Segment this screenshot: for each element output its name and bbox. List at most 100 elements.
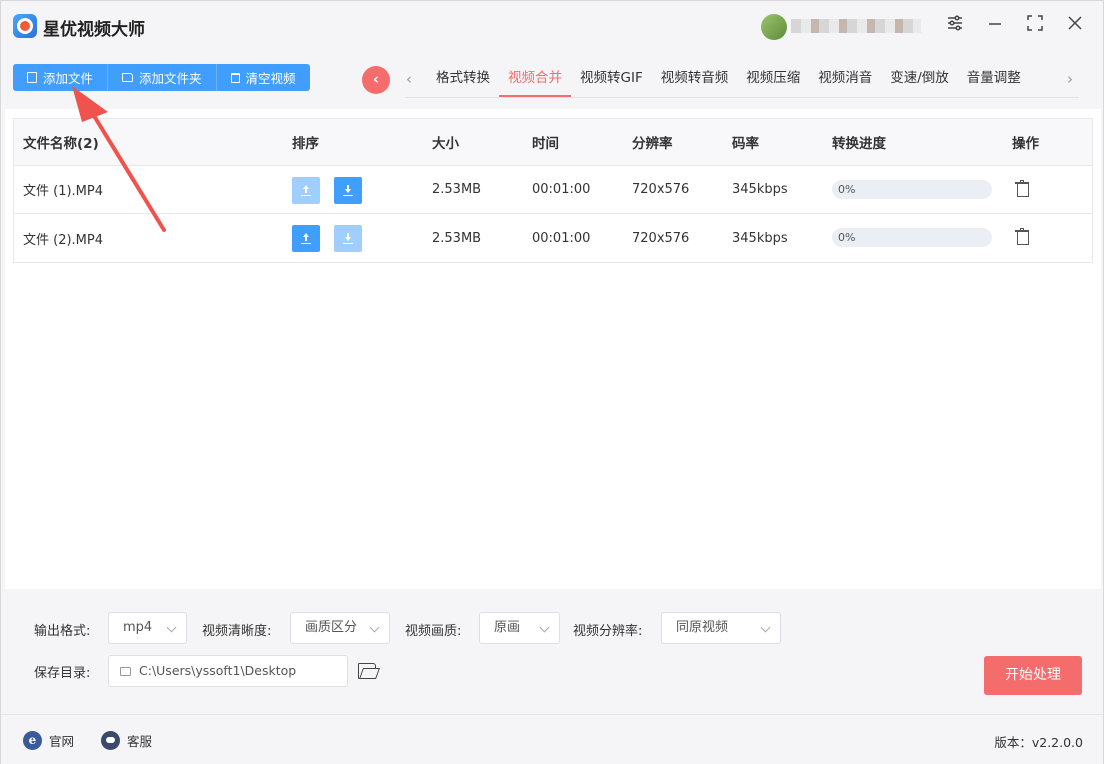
tab-speed-reverse[interactable]: 变速/倒放 (881, 65, 958, 97)
header-size: 大小 (432, 136, 459, 152)
app-window: 星优视频大师 添加文件 添加文件夹 清空视频 ‹ ‹ 格式转换 视频合并 视频转… (0, 0, 1104, 764)
quality-select[interactable]: 原画 (479, 612, 560, 644)
save-dir-label: 保存目录: (34, 666, 91, 681)
move-down-button[interactable] (334, 177, 362, 204)
file-name: 文件 (1).MP4 (23, 184, 104, 199)
save-dir-input[interactable]: C:\Users\yssoft1\Desktop (108, 655, 348, 687)
arrow-up-icon (301, 233, 311, 244)
minimize-button[interactable] (981, 13, 1009, 41)
chevron-down-icon (539, 622, 550, 633)
support-label: 客服 (127, 734, 153, 749)
quality-label: 视频画质: (405, 624, 462, 639)
move-up-button[interactable] (292, 225, 320, 252)
header-name: 文件名称(2) (23, 136, 99, 152)
website-label: 官网 (49, 734, 75, 749)
file-bitrate: 345kbps (732, 182, 788, 197)
resolution-value: 同原视频 (676, 620, 729, 635)
table-row: 文件 (2).MP4 2.53MB 00:01:00 720x576 345kb… (14, 214, 1092, 262)
arrow-down-icon (343, 185, 353, 196)
support-link[interactable]: 客服 (101, 731, 152, 750)
footer: e 官网 客服 版本：v2.2.0.0 (1, 714, 1103, 764)
delete-icon[interactable] (1015, 228, 1029, 245)
file-resolution: 720x576 (632, 182, 690, 197)
file-resolution: 720x576 (632, 230, 690, 246)
clear-videos-button[interactable]: 清空视频 (216, 64, 310, 91)
file-duration: 00:01:00 (532, 182, 591, 197)
folder-icon (122, 73, 134, 82)
progress-bar: 0% (832, 228, 992, 247)
add-file-label: 添加文件 (43, 71, 94, 86)
output-format-select[interactable]: mp4 (108, 612, 187, 644)
tab-video-to-gif[interactable]: 视频转GIF (571, 65, 652, 97)
progress-text: 0% (838, 183, 856, 196)
file-duration: 00:01:00 (532, 230, 591, 246)
clear-videos-label: 清空视频 (245, 71, 296, 86)
clarity-select[interactable]: 画质区分 (290, 612, 390, 644)
output-format-value: mp4 (123, 620, 153, 635)
title-bar: 星优视频大师 (1, 1, 1104, 53)
avatar[interactable] (761, 14, 787, 40)
file-size: 2.53MB (432, 230, 482, 246)
settings-sliders-icon[interactable] (941, 13, 969, 41)
tab-video-to-audio[interactable]: 视频转音频 (652, 65, 738, 97)
file-icon (27, 72, 37, 83)
header-time: 时间 (532, 136, 559, 152)
maximize-button[interactable] (1021, 13, 1049, 41)
header-bitrate: 码率 (732, 136, 759, 152)
chat-icon (101, 731, 120, 750)
progress-bar: 0% (832, 180, 992, 199)
save-dir-value: C:\Users\yssoft1\Desktop (139, 663, 297, 678)
header-action: 操作 (1012, 136, 1039, 152)
tabs-prev-icon[interactable]: ‹ (406, 70, 412, 88)
tab-video-compress[interactable]: 视频压缩 (737, 65, 809, 97)
chevron-down-icon (166, 622, 177, 633)
add-folder-label: 添加文件夹 (139, 71, 202, 86)
file-table: 文件名称(2) 排序 大小 时间 分辨率 码率 转换进度 操作 文件 (1).M… (13, 118, 1093, 263)
output-settings: 输出格式: mp4 视频清晰度: 画质区分 视频画质: 原画 视频分辨率: 同原… (5, 591, 1101, 713)
add-folder-button[interactable]: 添加文件夹 (108, 64, 217, 91)
chevron-down-icon (369, 622, 380, 633)
output-format-label: 输出格式: (34, 624, 91, 639)
resolution-label: 视频分辨率: (573, 624, 643, 639)
header-resolution: 分辨率 (632, 136, 673, 152)
table-header: 文件名称(2) 排序 大小 时间 分辨率 码率 转换进度 操作 (14, 119, 1092, 166)
clarity-label: 视频清晰度: (202, 624, 272, 639)
version-text: 版本：v2.2.0.0 (994, 735, 1083, 750)
trash-icon (230, 72, 240, 83)
website-link[interactable]: e 官网 (23, 731, 74, 750)
move-down-button[interactable] (334, 225, 362, 252)
start-processing-button[interactable]: 开始处理 (984, 656, 1082, 695)
open-folder-icon[interactable] (358, 663, 377, 679)
user-account[interactable] (761, 13, 923, 40)
resolution-select[interactable]: 同原视频 (661, 612, 781, 644)
clarity-value: 画质区分 (305, 620, 358, 635)
table-row: 文件 (1).MP4 2.53MB 00:01:00 720x576 345kb… (14, 166, 1092, 214)
progress-text: 0% (838, 231, 856, 244)
add-file-button[interactable]: 添加文件 (13, 64, 109, 91)
arrow-up-icon (301, 185, 311, 196)
browser-icon: e (23, 731, 42, 750)
header-progress: 转换进度 (832, 136, 886, 152)
tab-volume-adjust[interactable]: 音量调整 (958, 65, 1030, 97)
tab-video-mute[interactable]: 视频消音 (809, 65, 881, 97)
header-sort: 排序 (292, 136, 319, 152)
app-logo-icon (13, 14, 37, 38)
tab-format-convert[interactable]: 格式转换 (427, 65, 499, 97)
move-up-button[interactable] (292, 177, 320, 204)
quality-value: 原画 (494, 620, 521, 635)
file-bitrate: 345kbps (732, 230, 788, 246)
file-toolbar: 添加文件 添加文件夹 清空视频 (13, 64, 310, 91)
blurred-username (791, 19, 921, 33)
file-name: 文件 (2).MP4 (23, 232, 104, 248)
tab-video-merge[interactable]: 视频合并 (499, 65, 571, 97)
delete-icon[interactable] (1015, 180, 1029, 197)
tabs-divider (405, 97, 1079, 98)
close-button[interactable] (1061, 13, 1089, 41)
arrow-down-icon (343, 233, 353, 244)
tabs-next-icon[interactable]: › (1067, 70, 1073, 88)
file-list-panel: 文件名称(2) 排序 大小 时间 分辨率 码率 转换进度 操作 文件 (1).M… (5, 109, 1101, 589)
folder-icon (120, 667, 131, 676)
back-circle-button[interactable]: ‹ (362, 66, 390, 94)
chevron-down-icon (760, 622, 771, 633)
file-size: 2.53MB (432, 182, 482, 197)
